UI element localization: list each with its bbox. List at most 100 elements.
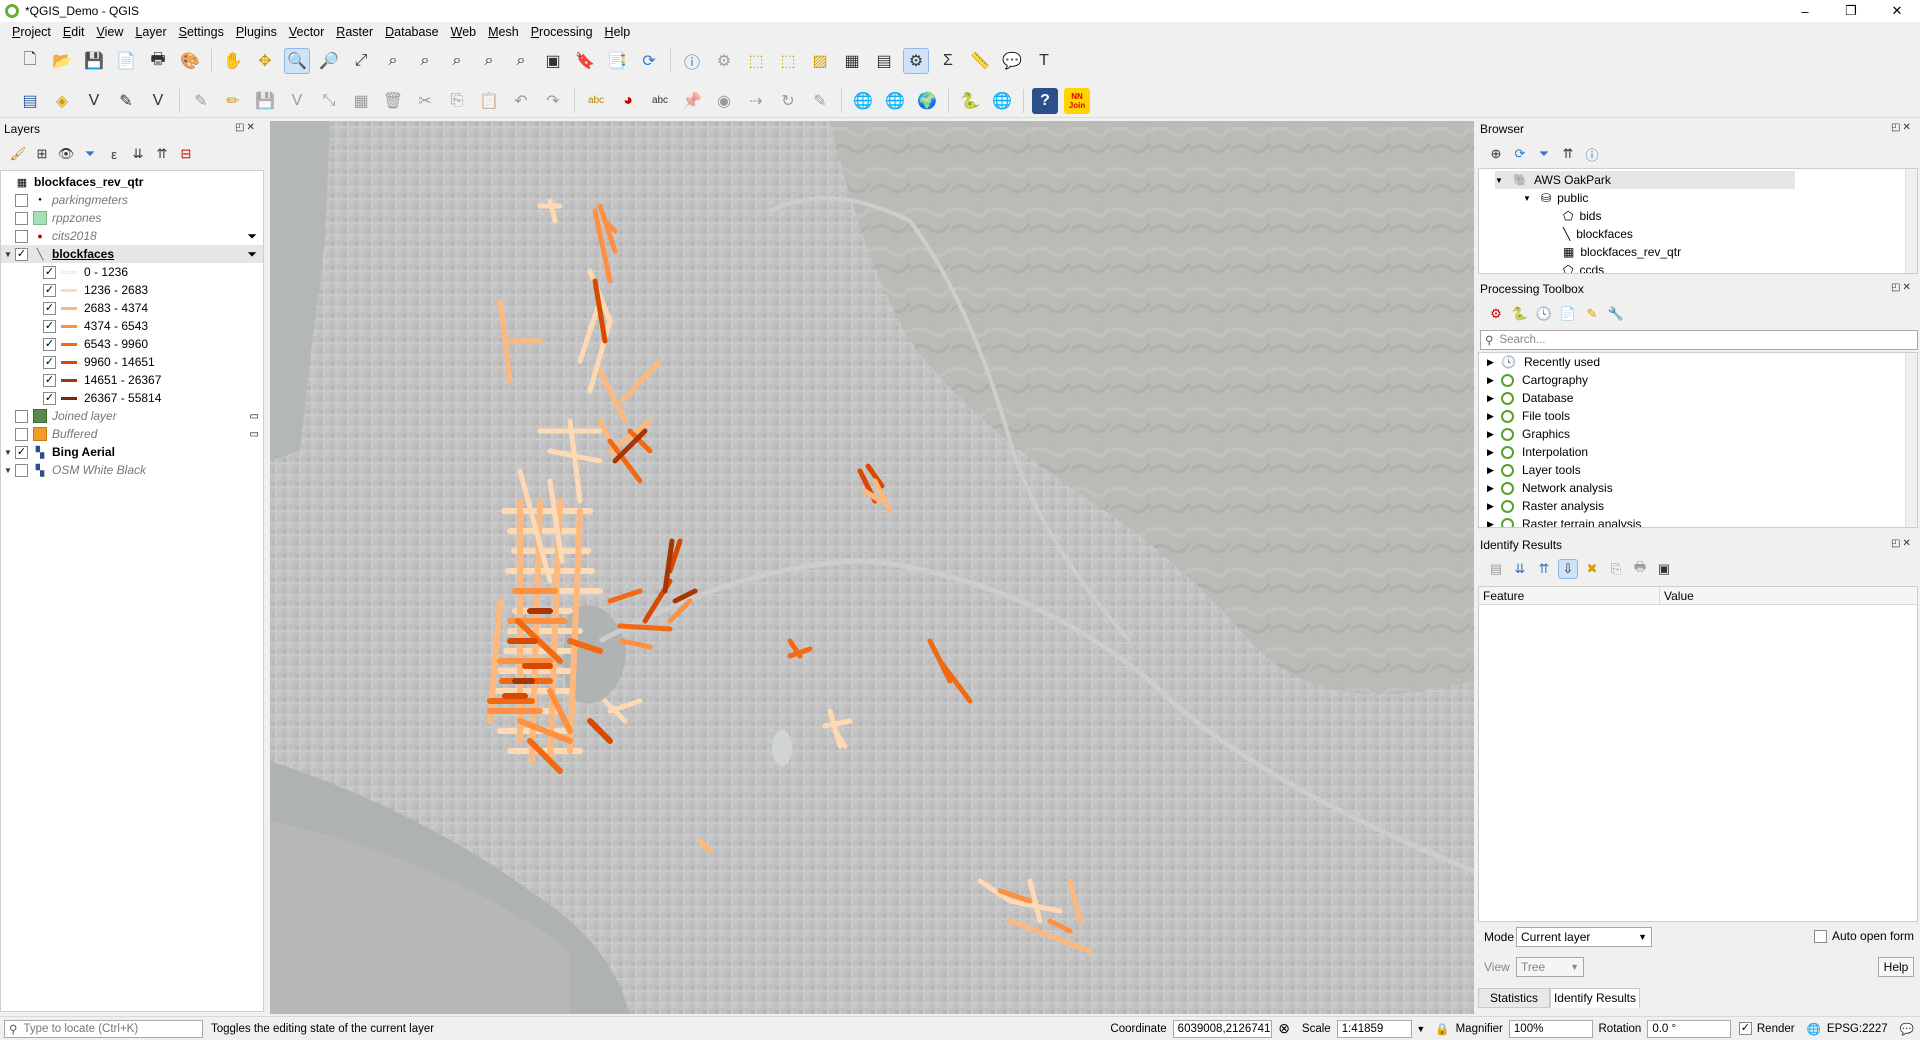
select-features-icon[interactable]: ⬚ [743,48,769,74]
collapse-all-icon[interactable]: ⇈ [152,144,172,164]
column-feature[interactable]: Feature [1483,589,1524,603]
menu-processing[interactable]: Processing [525,25,599,39]
view-select[interactable]: Tree ▼ [1516,957,1584,977]
collapse-arrow-icon[interactable]: ▼ [1495,176,1509,185]
toolbox-group[interactable]: ▶ Cartography [1487,371,1588,389]
python-console-icon[interactable]: 🐍 [957,88,983,114]
plugin-globe-icon[interactable]: 🌐 [989,88,1015,114]
legend-row[interactable]: ✓ 6543 - 9960 [43,335,148,353]
lock-icon[interactable]: 🔒 [1435,1022,1449,1036]
remove-layer-icon[interactable]: ⊟ [176,144,196,164]
chevron-down-icon[interactable]: ▼ [1416,1024,1425,1034]
save-edits-icon[interactable]: 💾 [252,88,278,114]
new-virtual-layer-icon[interactable]: V [145,88,171,114]
filter-legend-icon[interactable]: ⏷ [80,144,100,164]
crs-button[interactable]: EPSG:2227 [1827,1023,1888,1035]
filter-icon[interactable]: ⏷ [1534,144,1554,164]
map-canvas[interactable] [270,121,1474,1014]
undo-icon[interactable]: ↶ [508,88,534,114]
expand-new-results-icon[interactable]: ⇩ [1558,559,1578,579]
menu-view[interactable]: View [90,25,129,39]
vertex-tool-icon[interactable]: ⤡ [316,88,342,114]
layer-checkbox[interactable] [15,211,28,225]
menu-layer[interactable]: Layer [129,25,172,39]
help-icon[interactable]: ? [1032,87,1058,114]
toolbox-group[interactable]: ▶ Layer tools [1487,461,1581,479]
new-map-view-icon[interactable]: ▣ [540,48,566,74]
toolbox-scrollbar[interactable] [1905,353,1917,527]
expand-all-icon[interactable]: ⇊ [1510,559,1530,579]
legend-checkbox[interactable]: ✓ [43,283,56,297]
tab-identify-results[interactable]: Identify Results [1550,988,1640,1008]
collapse-all-icon[interactable]: ⇈ [1534,559,1554,579]
legend-row[interactable]: ✓ 2683 - 4374 [43,299,148,317]
metasearch-icon[interactable]: 🌐 [850,88,876,114]
column-value[interactable]: Value [1659,587,1694,605]
menu-plugins[interactable]: Plugins [230,25,283,39]
zoom-out-icon[interactable]: 🔎 [316,48,342,74]
layer-checkbox[interactable] [15,229,28,243]
layer-diagram-icon[interactable]: ◕ [615,88,641,114]
map-svg[interactable] [270,121,1474,1014]
collapse-arrow-icon[interactable]: ▼ [1523,194,1537,203]
legend-checkbox[interactable]: ✓ [43,337,56,351]
field-calculator-icon[interactable]: ▤ [871,48,897,74]
panel-float-close-icon[interactable]: ◰✕ [235,122,257,133]
zoom-full-icon[interactable]: ⤢ [348,48,374,74]
filter-icon[interactable]: ⏷ [247,229,257,244]
legend-checkbox[interactable]: ✓ [43,319,56,333]
new-geopackage-icon[interactable]: ◈ [49,88,75,114]
expand-tree-icon[interactable]: ▤ [1486,559,1506,579]
panel-float-close-icon[interactable]: ◰✕ [1891,282,1913,293]
models-icon[interactable]: ⚙ [1486,304,1506,324]
messages-icon[interactable]: 💬 [1900,1022,1914,1036]
zoom-in-icon[interactable]: 🔍 [284,48,310,74]
menu-raster[interactable]: Raster [330,25,379,39]
pan-to-selection-icon[interactable]: ✥ [252,48,278,74]
render-checkbox[interactable]: ✓ [1738,1022,1752,1035]
add-group-icon[interactable]: ⊞ [32,144,52,164]
auto-open-form[interactable]: Auto open form [1814,929,1914,943]
scale-field[interactable]: 1:41859 [1336,1019,1413,1038]
results-viewer-icon[interactable]: 📄 [1558,304,1578,324]
toolbox-group[interactable]: ▶ Database [1487,389,1573,407]
layer-checkbox[interactable]: ✓ [15,247,28,261]
open-project-icon[interactable]: 📂 [49,48,75,74]
layer-row[interactable]: ▼ ✓ ▚ Bing Aerial [1,443,115,461]
auto-open-checkbox[interactable] [1814,929,1827,943]
layer-checkbox[interactable] [15,409,28,423]
menu-web[interactable]: Web [445,25,482,39]
browser-item[interactable]: ╲ blockfaces [1563,225,1633,243]
toolbox-group[interactable]: ▶ 🕓 Recently used [1487,353,1600,371]
collapse-arrow-icon[interactable]: ▼ [1,448,15,457]
delete-selected-icon[interactable]: 🗑 [380,88,406,114]
digitize-icon[interactable]: V [284,88,310,114]
pan-icon[interactable]: ✋ [220,48,246,74]
manage-visibility-icon[interactable]: 👁 [56,144,76,164]
toolbox-group[interactable]: ▶ Raster terrain analysis [1487,515,1641,527]
layer-row[interactable]: rppzones [15,209,101,227]
refresh-icon[interactable]: ⟳ [636,48,662,74]
layer-row[interactable]: ▼ ▚ OSM White Black [1,461,146,479]
legend-checkbox[interactable]: ✓ [43,301,56,315]
zoom-last-icon[interactable]: ⌕ [476,48,502,74]
copy-feature-icon[interactable]: ⎘ [1606,559,1626,579]
current-edits-icon[interactable]: ✎ [188,88,214,114]
zoom-native-icon[interactable]: ⌕ [444,48,470,74]
wms-icon[interactable]: 🌐 [882,88,908,114]
show-hide-labels-icon[interactable]: ◉ [711,88,737,114]
menu-vector[interactable]: Vector [283,25,330,39]
toolbox-search-input[interactable]: ⚲ Search... [1480,330,1918,350]
globe-icon[interactable]: 🌍 [914,88,940,114]
minimize-button[interactable]: – [1782,0,1828,22]
zoom-to-layer-icon[interactable]: ⌕ [412,48,438,74]
browser-scrollbar[interactable] [1905,169,1917,273]
panel-float-close-icon[interactable]: ◰✕ [1891,538,1913,549]
new-shapefile-icon[interactable]: V [81,88,107,114]
run-action-icon[interactable]: ⚙ [711,48,737,74]
menu-settings[interactable]: Settings [173,25,230,39]
layer-checkbox[interactable] [15,463,28,477]
panel-float-close-icon[interactable]: ◰✕ [1891,122,1913,133]
edit-features-in-place-icon[interactable]: ✎ [1582,304,1602,324]
layer-checkbox[interactable] [15,193,28,207]
